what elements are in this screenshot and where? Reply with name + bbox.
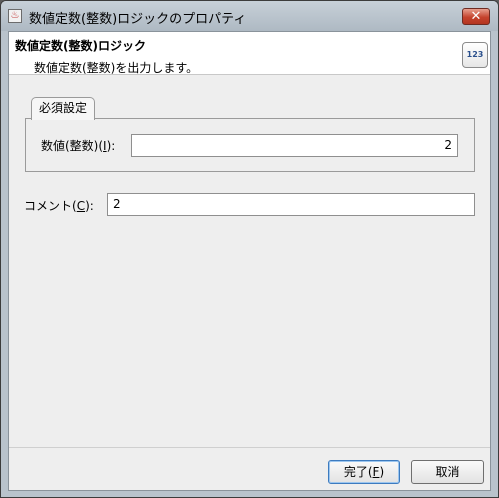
finish-button[interactable]: 完了(F) — [328, 460, 400, 484]
close-icon[interactable]: ✕ — [462, 8, 490, 25]
comment-label: コメント(C): — [24, 199, 94, 213]
value-label: 数値(整数)(I): — [41, 139, 116, 153]
required-settings-panel: 数値(整数)(I): 2 — [25, 118, 475, 172]
footer-divider — [9, 447, 490, 448]
comment-input[interactable]: 2 — [107, 193, 475, 216]
properties-dialog: ♨ 数値定数(整数)ロジックのプロパティ ✕ 数値定数(整数)ロジック 数値定数… — [0, 0, 499, 498]
header-panel: 数値定数(整数)ロジック 数値定数(整数)を出力します。 123 — [9, 32, 490, 75]
tab-required-settings[interactable]: 必須設定 — [31, 97, 96, 120]
value-input[interactable]: 2 — [131, 134, 458, 157]
window-title: 数値定数(整数)ロジックのプロパティ — [29, 12, 247, 27]
java-app-icon: ♨ — [8, 9, 22, 23]
dialog-content: 数値定数(整数)ロジック 数値定数(整数)を出力します。 123 必須設定 数値… — [8, 31, 491, 491]
header-description: 数値定数(整数)を出力します。 — [34, 61, 199, 75]
numeric-constant-icon: 123 — [462, 42, 488, 68]
title-bar[interactable]: ♨ 数値定数(整数)ロジックのプロパティ ✕ — [1, 1, 498, 31]
header-title: 数値定数(整数)ロジック — [15, 39, 146, 53]
cancel-button[interactable]: 取消 — [411, 460, 484, 484]
